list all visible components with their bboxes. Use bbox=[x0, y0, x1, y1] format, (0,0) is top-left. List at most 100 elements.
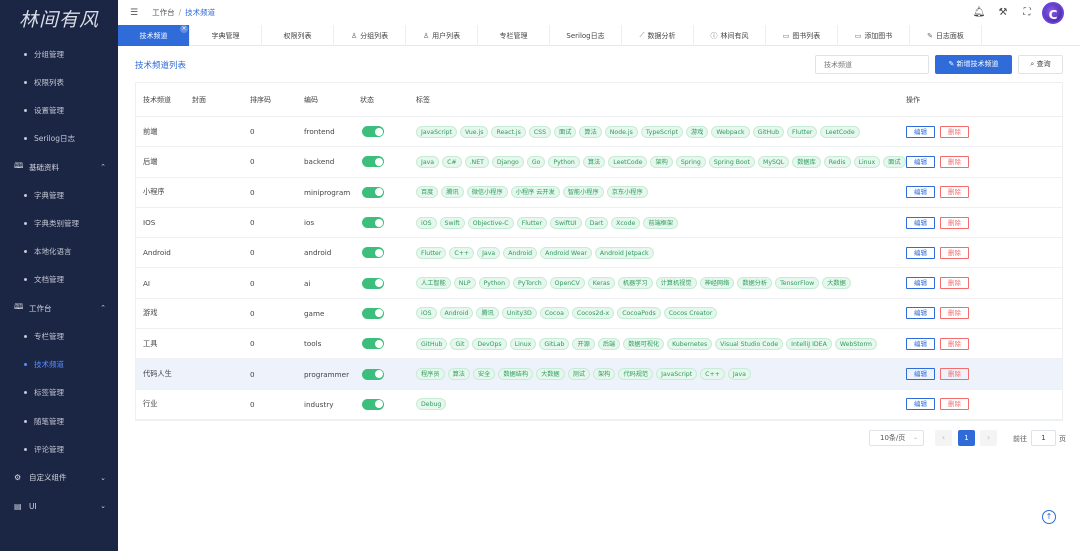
sidebar-item[interactable]: 标签管理 bbox=[0, 379, 118, 407]
sidebar-item[interactable]: 分组管理 bbox=[0, 40, 118, 68]
status-toggle[interactable] bbox=[362, 398, 384, 410]
tag-chip: 数据库 bbox=[792, 155, 821, 168]
delete-button[interactable]: 删除 bbox=[940, 398, 969, 411]
tab[interactable]: ✎ 日志面板 bbox=[910, 25, 982, 46]
tab[interactable]: ⓘ 林间有风 bbox=[694, 25, 766, 46]
status-toggle[interactable] bbox=[362, 217, 384, 229]
status-toggle[interactable] bbox=[362, 126, 384, 138]
sidebar-group[interactable]: ⚙ 自定义组件 ⌄ bbox=[0, 463, 118, 492]
table-row: 后端 0 backend Java C# .NET Django Go Python 算法 Leet… bbox=[136, 147, 1062, 178]
page-number-current[interactable]: 1 bbox=[958, 430, 975, 446]
sidebar-group-label: 自定义组件 bbox=[29, 473, 67, 483]
tab[interactable]: 权限列表 bbox=[262, 25, 334, 46]
sidebar-item[interactable]: 随笔管理 bbox=[0, 407, 118, 435]
edit-button[interactable]: 编辑 bbox=[906, 368, 935, 381]
sidebar-item[interactable]: 文档管理 bbox=[0, 266, 118, 294]
status-toggle[interactable] bbox=[362, 307, 384, 319]
status-toggle[interactable] bbox=[362, 368, 384, 380]
prev-page-button[interactable]: ‹ bbox=[935, 430, 952, 446]
sidebar-item[interactable]: 评论管理 bbox=[0, 435, 118, 463]
sidebar: 林间有风 分组管理 权限列表 设置管理 Serilog日志 🕮 基础资料 ⌃ 字典管理 字典类别… bbox=[0, 0, 118, 551]
avatar[interactable]: C bbox=[1042, 1, 1064, 24]
bell-icon[interactable]: 🔔︎ bbox=[970, 7, 988, 18]
delete-button[interactable]: 删除 bbox=[940, 337, 969, 350]
sidebar-group[interactable]: 🕮 基础资料 ⌃ bbox=[0, 153, 118, 182]
cell-tags: 百度 腾讯 微信小程序 小程序 云开发 智能小程序 京东小程序 bbox=[416, 186, 906, 199]
goto-page-input[interactable]: 1 bbox=[1031, 430, 1056, 446]
sidebar-item[interactable]: 本地化语言 bbox=[0, 238, 118, 266]
status-toggle[interactable] bbox=[362, 156, 384, 168]
chevron-icon: ⌃ bbox=[100, 304, 106, 313]
sidebar-item[interactable]: 专栏管理 bbox=[0, 323, 118, 351]
tab[interactable]: ♙ 用户列表 bbox=[406, 25, 478, 46]
status-toggle[interactable] bbox=[362, 277, 384, 289]
sidebar-group-label: 工作台 bbox=[29, 303, 52, 313]
delete-button[interactable]: 删除 bbox=[940, 216, 969, 229]
breadcrumb-root[interactable]: 工作台 bbox=[152, 8, 175, 17]
tag-chip: Python bbox=[478, 277, 511, 290]
tab[interactable]: ⟋ 数据分析 bbox=[622, 25, 694, 46]
cell-ops: 编辑 删除 bbox=[906, 337, 1062, 350]
delete-button[interactable]: 删除 bbox=[940, 186, 969, 199]
close-icon[interactable]: × bbox=[180, 25, 188, 33]
edit-button[interactable]: 编辑 bbox=[906, 246, 935, 259]
edit-button[interactable]: 编辑 bbox=[906, 307, 935, 320]
next-page-button[interactable]: › bbox=[980, 430, 997, 446]
sidebar-item[interactable]: 字典类别管理 bbox=[0, 209, 118, 237]
sidebar-group[interactable]: 🕮 工作台 ⌃ bbox=[0, 294, 118, 323]
tab[interactable]: ▭ 图书列表 bbox=[766, 25, 838, 46]
delete-button[interactable]: 删除 bbox=[940, 277, 969, 290]
cell-tags: JavaScript Vue.js React.js CSS 面试 算法 Node.js Ty… bbox=[416, 125, 906, 138]
delete-button[interactable]: 删除 bbox=[940, 155, 969, 168]
query-label: 查询 bbox=[1036, 60, 1051, 68]
back-to-top-icon[interactable]: ↑ bbox=[1042, 510, 1056, 524]
sidebar-item[interactable]: 技术频道 bbox=[0, 351, 118, 379]
status-toggle[interactable] bbox=[362, 338, 384, 350]
fullscreen-icon[interactable]: ⛶ bbox=[1018, 7, 1036, 18]
tag-chip: 程序员 bbox=[416, 368, 445, 381]
tools-icon[interactable]: ⚒ bbox=[994, 7, 1012, 18]
bullet-dot bbox=[24, 108, 27, 112]
tab[interactable]: Serilog日志 bbox=[550, 25, 622, 46]
table-row: Android 0 android Flutter C++ Java Android Andr… bbox=[136, 238, 1062, 269]
sidebar-item[interactable]: 设置管理 bbox=[0, 96, 118, 124]
sidebar-item[interactable]: 字典管理 bbox=[0, 181, 118, 209]
query-button[interactable]: ⌕ 查询 bbox=[1018, 55, 1063, 74]
tag-chip: GitHub bbox=[752, 125, 785, 138]
status-toggle[interactable] bbox=[362, 186, 384, 198]
tag-chip: iOS bbox=[416, 216, 437, 229]
add-channel-button[interactable]: ✎ 新增技术频道 bbox=[935, 55, 1012, 74]
edit-button[interactable]: 编辑 bbox=[906, 155, 935, 168]
cell-tags: Debug bbox=[416, 398, 906, 411]
sidebar-item[interactable]: 权限列表 bbox=[0, 68, 118, 96]
tab[interactable]: ▭ 添加图书 bbox=[838, 25, 910, 46]
cell-status bbox=[360, 307, 416, 319]
col-code-header: 编码 bbox=[304, 95, 318, 104]
tab[interactable]: 字典管理 bbox=[190, 25, 262, 46]
delete-button[interactable]: 删除 bbox=[940, 125, 969, 138]
delete-button[interactable]: 删除 bbox=[940, 307, 969, 320]
tab[interactable]: 技术频道 × bbox=[118, 25, 190, 46]
tab[interactable]: 专栏管理 bbox=[478, 25, 550, 46]
tag-chip: 计算机视觉 bbox=[655, 277, 697, 290]
page-size-select[interactable]: 10条/页 ⌄ bbox=[869, 430, 924, 446]
edit-button[interactable]: 编辑 bbox=[906, 337, 935, 350]
edit-button[interactable]: 编辑 bbox=[906, 277, 935, 290]
sidebar-group[interactable]: ▤ UI ⌄ bbox=[0, 492, 118, 521]
search-input[interactable] bbox=[815, 55, 929, 74]
tag-chip: SwiftUI bbox=[550, 216, 582, 229]
grid-icon: ▤ bbox=[14, 501, 22, 511]
sidebar-item[interactable]: Serilog日志 bbox=[0, 125, 118, 153]
status-toggle[interactable] bbox=[362, 247, 384, 259]
edit-button[interactable]: 编辑 bbox=[906, 186, 935, 199]
hamburger-menu-icon[interactable]: ☰ bbox=[130, 8, 138, 18]
bullet-dot bbox=[24, 335, 27, 339]
delete-button[interactable]: 删除 bbox=[940, 368, 969, 381]
edit-button[interactable]: 编辑 bbox=[906, 125, 935, 138]
edit-button[interactable]: 编辑 bbox=[906, 398, 935, 411]
edit-button[interactable]: 编辑 bbox=[906, 216, 935, 229]
delete-button[interactable]: 删除 bbox=[940, 246, 969, 259]
tag-chip: C# bbox=[442, 155, 462, 168]
sidebar-item-label: 技术频道 bbox=[34, 360, 64, 370]
tab[interactable]: ♙ 分组列表 bbox=[334, 25, 406, 46]
